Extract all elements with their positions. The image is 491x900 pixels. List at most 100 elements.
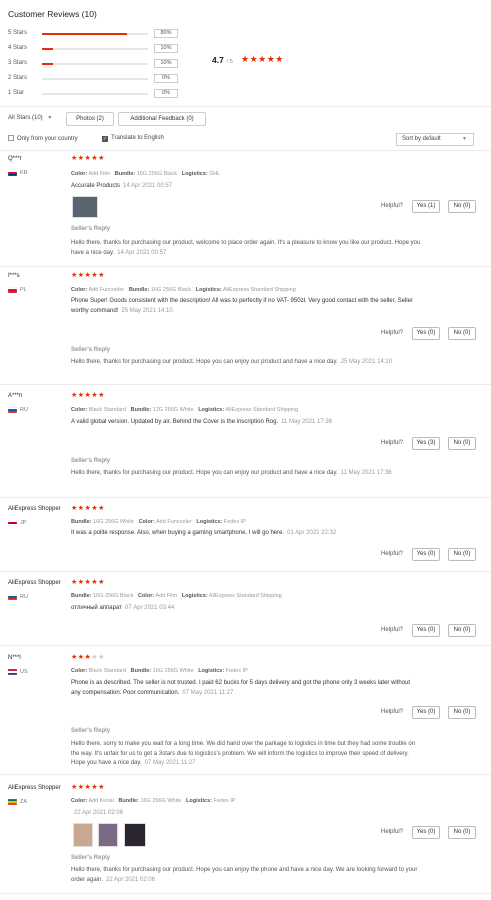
filled-stars: ★★★★★ (71, 392, 105, 399)
seller-reply-label: Seller's Reply (71, 226, 111, 232)
review-stars: ★★★★★ (71, 578, 105, 586)
meta-value: Fedex IP (225, 668, 248, 674)
reply-body: Hello there, thanks for purchasing our p… (71, 470, 338, 476)
meta-value: Add Funcooler (88, 287, 125, 293)
divider (0, 384, 491, 385)
meta-value: 16G 256G Black (150, 287, 192, 293)
sort-select[interactable]: Sort by default ▼ (396, 133, 474, 146)
seller-reply-label: Seller's Reply (71, 728, 111, 734)
review-text: A valid global version. Updated by air. … (71, 418, 421, 428)
reviewer-country: RU (20, 407, 28, 413)
rating-row[interactable]: 2 Stars 0% (8, 74, 178, 84)
filled-stars: ★★★★★ (71, 579, 105, 586)
seller-reply-label: Seller's Reply (71, 855, 111, 861)
helpful-yes-button[interactable]: Yes (3) (412, 437, 440, 450)
meta-key: Color: (71, 171, 88, 177)
helpful-label: Helpful? (381, 551, 404, 557)
divider (0, 106, 491, 107)
meta-value: 16G 256G White (93, 519, 134, 525)
review-body: отличный аппарат (71, 605, 122, 611)
helpful-yes-button[interactable]: Yes (1) (412, 200, 440, 213)
review-photo[interactable] (124, 823, 146, 847)
seller-reply-text: Hello there, thanks for purchasing our p… (71, 239, 423, 258)
reply-date: 11 May 2021 17:36 (340, 470, 392, 476)
review-stars: ★★★★★ (71, 504, 105, 512)
meta-value: 16G 256G White (152, 668, 194, 674)
rating-row[interactable]: 1 Star 0% (8, 89, 178, 99)
reply-date: 14 Apr 2021 00:57 (117, 249, 167, 256)
filled-stars: ★★★★★ (71, 155, 105, 162)
meta-key: Bundle: (128, 287, 150, 293)
review-date: 01 Apr 2021 22:32 (287, 530, 337, 536)
helpful-yes-button[interactable]: Yes (0) (412, 706, 440, 719)
rating-bar (42, 48, 148, 50)
rating-bar (42, 63, 148, 65)
rating-row[interactable]: 5 Stars 80% (8, 29, 178, 39)
country-flag-icon (8, 287, 17, 293)
meta-key: Logistics: (181, 171, 208, 177)
helpful-label: Helpful? (381, 829, 404, 835)
helpful-no-button[interactable]: No (0) (448, 706, 476, 719)
meta-key: Color: (71, 668, 88, 674)
helpful-yes-button[interactable]: Yes (0) (412, 624, 440, 637)
review-date: 07 Apr 2021 03:44 (124, 605, 175, 611)
review-date: 25 May 2021 14:10 (121, 307, 173, 314)
reply-body: Hello there, sorry to make you wait for … (71, 741, 416, 766)
meta-key: Logistics: (198, 668, 225, 674)
reviewer-name: I***s (8, 273, 20, 279)
meta-value: Black Standard (88, 407, 127, 413)
reviewer-name: N***l (8, 655, 21, 661)
reviewer-name: AliExpress Shopper (8, 785, 61, 791)
review-photo[interactable] (72, 196, 98, 218)
rating-row[interactable]: 4 Stars 10% (8, 44, 178, 54)
rating-row-label: 3 Stars (8, 60, 28, 66)
seller-reply-label: Seller's Reply (71, 347, 111, 353)
filled-stars: ★★★★★ (71, 505, 105, 512)
all-stars-filter[interactable]: All Stars (10) ▼ (8, 115, 52, 121)
helpful-yes-button[interactable]: Yes (0) (412, 826, 440, 839)
helpful-no-button[interactable]: No (0) (448, 437, 476, 450)
meta-value: Add Funcooler (156, 519, 192, 525)
seller-reply-text: Hello there, thanks for purchasing our p… (71, 358, 423, 368)
rating-row[interactable]: 3 Stars 10% (8, 59, 178, 69)
helpful-no-button[interactable]: No (0) (448, 826, 476, 839)
meta-value: 12G 256G White (152, 407, 194, 413)
additional-feedback-button[interactable]: Additional Feedback (0) (118, 112, 206, 126)
all-stars-label: All Stars (10) (8, 115, 43, 121)
review-photo[interactable] (98, 823, 118, 847)
photos-filter-button[interactable]: Photos (2) (66, 112, 114, 126)
country-flag-icon (8, 170, 17, 176)
helpful-no-button[interactable]: No (0) (448, 548, 476, 561)
reviews-page: Customer Reviews (10) 5 Stars 80% 4 Stars 1… (0, 0, 491, 900)
meta-key: Color: (71, 287, 88, 293)
reviewer-name: AliExpress Shopper (8, 580, 61, 586)
meta-value: DHL (209, 171, 221, 177)
sort-value: Sort by default (402, 136, 441, 142)
rating-bar-fill (42, 63, 53, 65)
only-country-checkbox[interactable]: Only from your country (8, 135, 78, 142)
helpful-yes-button[interactable]: Yes (0) (412, 548, 440, 561)
country-flag-icon (8, 799, 17, 805)
rating-row-label: 5 Stars (8, 30, 28, 36)
review-text: 22 Apr 2021 02:06 (71, 809, 421, 819)
meta-key: Bundle: (114, 171, 136, 177)
helpful-no-button[interactable]: No (0) (448, 624, 476, 637)
country-flag-icon (8, 407, 17, 413)
review-photo[interactable] (73, 823, 93, 847)
reviewer-country: KR (20, 170, 28, 176)
meta-key: Bundle: (130, 407, 152, 413)
helpful-no-button[interactable]: No (0) (448, 327, 476, 340)
meta-key: Color: (71, 798, 88, 804)
divider (0, 774, 491, 775)
translate-checkbox[interactable]: ✓ Translate to English (102, 135, 164, 142)
rating-percent: 10% (154, 44, 178, 53)
review-text: It was a polite response. Also, when buy… (71, 529, 421, 539)
divider (0, 571, 491, 572)
seller-reply-text: Hello there, thanks for purchasing our p… (71, 866, 423, 885)
review-body: A valid global version. Updated by air. … (71, 419, 279, 425)
review-stars: ★★★★★ (71, 271, 105, 279)
helpful-yes-button[interactable]: Yes (0) (412, 327, 440, 340)
helpful-no-button[interactable]: No (0) (448, 200, 476, 213)
rating-percent: 0% (154, 74, 178, 83)
checkbox-icon (8, 135, 14, 141)
